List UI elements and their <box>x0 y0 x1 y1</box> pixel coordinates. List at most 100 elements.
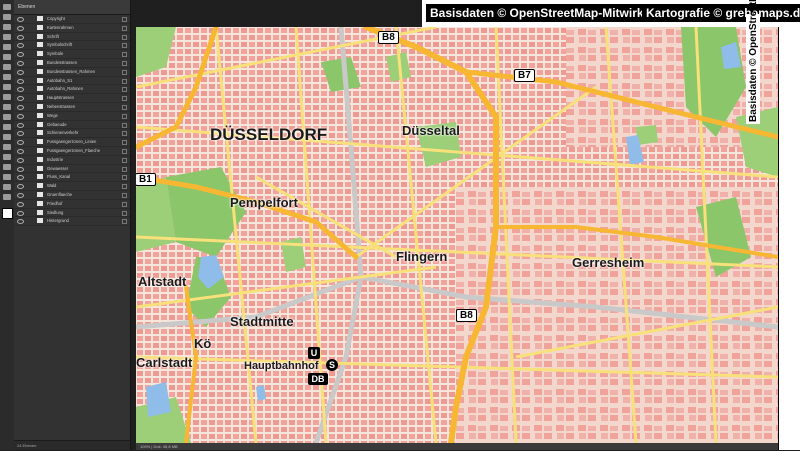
visibility-eye-icon[interactable] <box>17 148 24 154</box>
lock-icon[interactable] <box>122 78 127 84</box>
visibility-eye-icon[interactable] <box>17 34 24 40</box>
layer-row[interactable]: Fussgaengerzonen_Linien <box>14 138 130 147</box>
lock-icon[interactable] <box>122 122 127 128</box>
lock-icon[interactable] <box>122 104 127 110</box>
layer-row[interactable]: Gewaesser <box>14 165 130 174</box>
layer-row[interactable]: Autobahn_Rahmen <box>14 85 130 95</box>
lock-icon[interactable] <box>122 87 127 93</box>
layer-row[interactable]: Bundesstrassen_Rahmen <box>14 68 130 77</box>
pen-tool-icon[interactable] <box>3 144 11 150</box>
visibility-eye-icon[interactable] <box>17 104 24 110</box>
layer-row[interactable]: Fluss_Kanal <box>14 173 130 183</box>
layer-row[interactable]: Wege <box>14 112 130 121</box>
marquee-tool-icon[interactable] <box>3 14 11 20</box>
lock-icon[interactable] <box>122 43 127 49</box>
layer-thumbnail <box>37 191 43 197</box>
layer-row[interactable]: Gruenflaeche <box>14 191 130 200</box>
brush-tool-icon[interactable] <box>3 74 11 80</box>
visibility-eye-icon[interactable] <box>17 113 24 119</box>
lock-icon[interactable] <box>122 69 127 75</box>
visibility-eye-icon[interactable] <box>17 175 24 181</box>
shape-tool-icon[interactable] <box>3 174 11 180</box>
visibility-eye-icon[interactable] <box>17 219 24 225</box>
lock-icon[interactable] <box>122 166 127 172</box>
lock-icon[interactable] <box>122 25 127 31</box>
visibility-eye-icon[interactable] <box>17 140 24 146</box>
visibility-eye-icon[interactable] <box>17 166 24 172</box>
visibility-eye-icon[interactable] <box>17 87 24 93</box>
lock-icon[interactable] <box>122 210 127 216</box>
lock-icon[interactable] <box>122 157 127 163</box>
visibility-eye-icon[interactable] <box>17 60 24 66</box>
layer-row[interactable]: Schienenverkehr <box>14 129 130 139</box>
visibility-eye-icon[interactable] <box>17 157 24 163</box>
layer-row[interactable]: Industrie <box>14 156 130 165</box>
layer-row[interactable]: Gebaeude <box>14 121 130 130</box>
lock-icon[interactable] <box>122 96 127 102</box>
dodge-tool-icon[interactable] <box>3 134 11 140</box>
path-selection-tool-icon[interactable] <box>3 164 11 170</box>
lock-icon[interactable] <box>122 140 127 146</box>
visibility-eye-icon[interactable] <box>17 192 24 198</box>
tools-toolbar[interactable] <box>0 0 15 450</box>
layer-row[interactable]: Copyright <box>14 15 130 24</box>
lock-icon[interactable] <box>122 34 127 40</box>
eyedropper-tool-icon[interactable] <box>3 54 11 60</box>
visibility-eye-icon[interactable] <box>17 52 24 58</box>
hand-tool-icon[interactable] <box>3 184 11 190</box>
stamp-tool-icon[interactable] <box>3 84 11 90</box>
layer-row[interactable]: Hintergrund <box>14 217 130 227</box>
layer-row[interactable]: Symbole <box>14 50 130 59</box>
magic-wand-tool-icon[interactable] <box>3 34 11 40</box>
layer-row[interactable]: Friedhof <box>14 200 130 209</box>
crop-tool-icon[interactable] <box>3 44 11 50</box>
lock-icon[interactable] <box>122 148 127 154</box>
lock-icon[interactable] <box>122 201 127 207</box>
shield-b7: B7 <box>514 69 535 82</box>
layer-row[interactable]: Schrift <box>14 33 130 42</box>
foreground-color-swatch[interactable] <box>1 208 13 219</box>
lock-icon[interactable] <box>122 184 127 190</box>
lock-icon[interactable] <box>122 52 127 58</box>
zoom-tool-icon[interactable] <box>3 194 11 200</box>
lock-icon[interactable] <box>122 131 127 137</box>
layer-row[interactable]: Symbolschrift <box>14 41 130 51</box>
visibility-eye-icon[interactable] <box>17 69 24 75</box>
healing-brush-tool-icon[interactable] <box>3 64 11 70</box>
visibility-eye-icon[interactable] <box>17 25 24 31</box>
visibility-eye-icon[interactable] <box>17 201 24 207</box>
layers-panel-title[interactable]: Ebenen <box>14 0 130 15</box>
lasso-tool-icon[interactable] <box>3 24 11 30</box>
visibility-eye-icon[interactable] <box>17 122 24 128</box>
lock-icon[interactable] <box>122 113 127 119</box>
layer-row[interactable]: Nebenstrassen <box>14 103 130 112</box>
visibility-eye-icon[interactable] <box>17 96 24 102</box>
blur-tool-icon[interactable] <box>3 124 11 130</box>
lock-icon[interactable] <box>122 175 127 181</box>
layer-row[interactable]: Bundesstrassen <box>14 59 130 68</box>
layer-row[interactable]: Fussgaengerzonen_Flaeche <box>14 147 130 156</box>
visibility-eye-icon[interactable] <box>17 43 24 49</box>
layer-row[interactable]: Hauptstrassen <box>14 94 130 103</box>
layer-row[interactable]: Autobahn_S1 <box>14 77 130 86</box>
layer-row[interactable]: Siedlung <box>14 209 130 218</box>
gradient-tool-icon[interactable] <box>3 114 11 120</box>
eraser-tool-icon[interactable] <box>3 104 11 110</box>
type-tool-icon[interactable] <box>3 154 11 160</box>
visibility-eye-icon[interactable] <box>17 210 24 216</box>
visibility-eye-icon[interactable] <box>17 131 24 137</box>
lock-icon[interactable] <box>122 219 127 225</box>
lock-icon[interactable] <box>122 17 127 22</box>
map-canvas[interactable]: DÜSSELDORF Düsseltal Pempelfort Flingern… <box>136 27 778 443</box>
lock-icon[interactable] <box>122 60 127 66</box>
visibility-eye-icon[interactable] <box>17 17 24 22</box>
layer-row[interactable]: Wald <box>14 182 130 191</box>
vertical-credit-text: Basisdaten © OpenStreetMap <box>748 0 759 122</box>
visibility-eye-icon[interactable] <box>17 78 24 84</box>
label-hauptbahnhof: Hauptbahnhof <box>244 360 319 372</box>
move-tool-icon[interactable] <box>3 4 11 10</box>
lock-icon[interactable] <box>122 192 127 198</box>
layer-row[interactable]: Kartenrahmen <box>14 24 130 33</box>
visibility-eye-icon[interactable] <box>17 184 24 190</box>
history-brush-tool-icon[interactable] <box>3 94 11 100</box>
